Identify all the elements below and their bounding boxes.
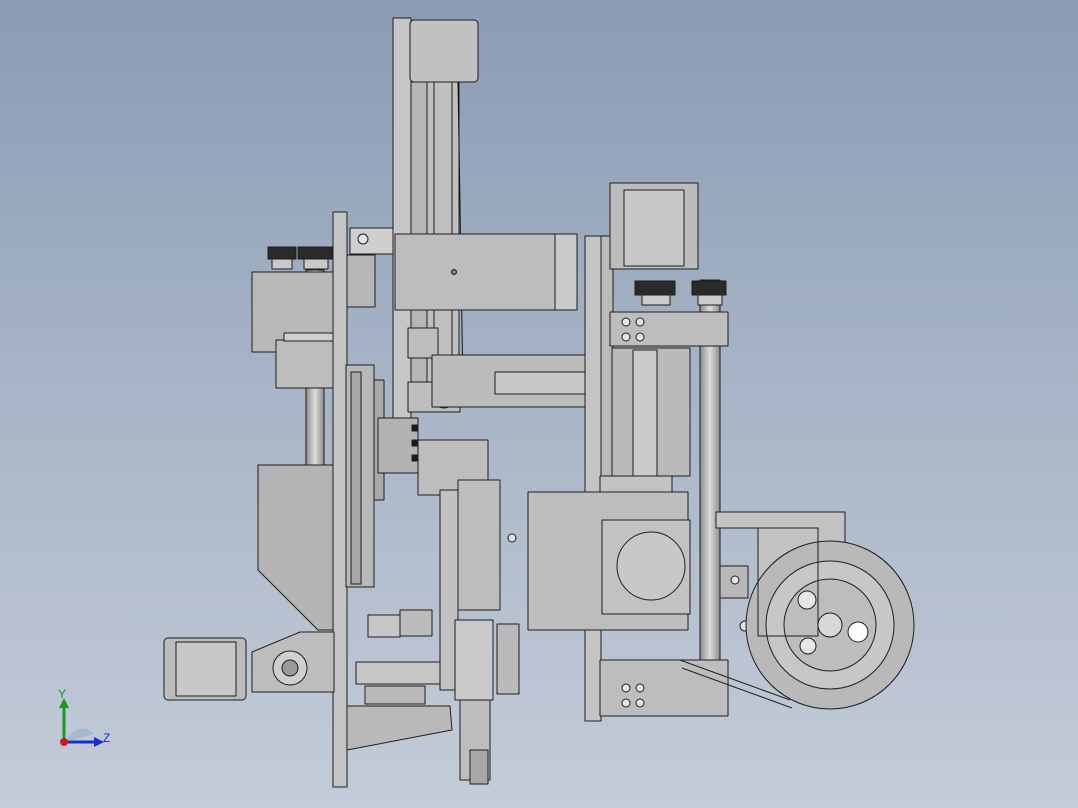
right-pulley-icon bbox=[634, 280, 727, 306]
horizontal-beam bbox=[394, 233, 566, 311]
drive-wheel-icon bbox=[745, 540, 915, 710]
y-axis-label: Y bbox=[58, 687, 67, 701]
cad-viewport[interactable]: Y Z bbox=[0, 0, 1078, 808]
vertical-mast bbox=[392, 17, 412, 429]
gearbox-boss bbox=[616, 531, 686, 601]
right-frame-plate bbox=[584, 235, 602, 722]
stepper-motor-icon bbox=[163, 637, 247, 701]
cad-assembly-model[interactable] bbox=[0, 0, 1078, 808]
left-hopper bbox=[257, 464, 336, 631]
top-motor bbox=[409, 19, 479, 83]
left-main-plate bbox=[332, 211, 348, 788]
left-pulley-icon bbox=[267, 246, 333, 270]
z-axis-label: Z bbox=[103, 731, 111, 745]
